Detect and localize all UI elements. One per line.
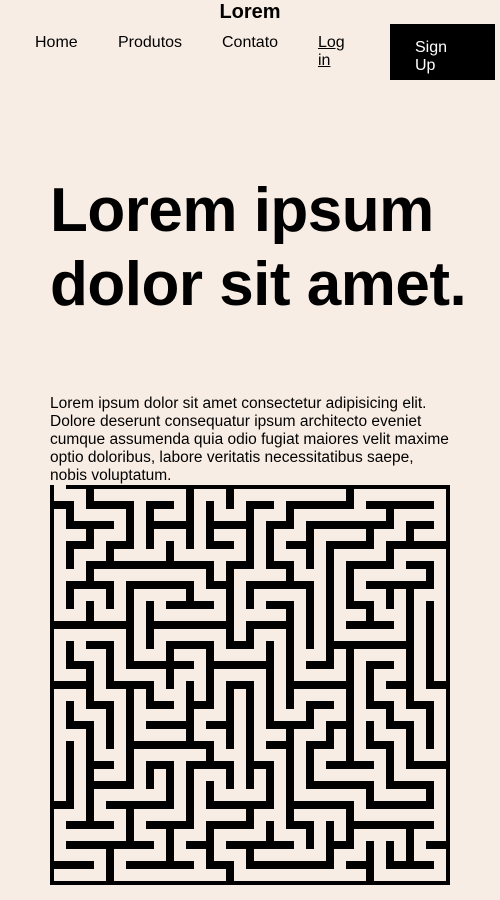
maze-illustration	[50, 485, 450, 885]
signup-button-label: Sign Up	[415, 39, 448, 74]
landing-page: Lorem Home Produtos Contato Log in Sign …	[0, 0, 500, 900]
hero-title: Lorem ipsum dolor sit amet.	[50, 176, 467, 319]
signup-button[interactable]: Sign Up	[390, 24, 495, 80]
nav-home-link[interactable]: Home	[35, 34, 78, 52]
hero-description: Lorem ipsum dolor sit amet consectetur a…	[50, 395, 449, 484]
nav-contato-link[interactable]: Contato	[222, 34, 278, 52]
nav-produtos-link[interactable]: Produtos	[118, 34, 182, 52]
brand-logo[interactable]: Lorem	[0, 1, 500, 23]
login-link[interactable]: Log in	[318, 34, 358, 70]
maze-image	[50, 485, 450, 885]
